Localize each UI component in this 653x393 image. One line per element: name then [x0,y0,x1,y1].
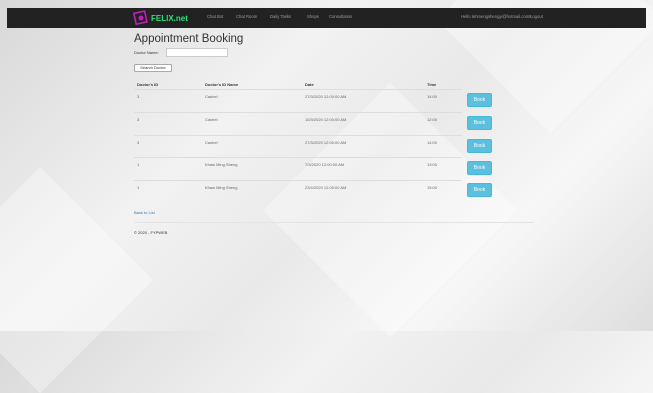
cell-time: 14:00 [427,94,438,99]
cell-doctor-name: Khaw Ming Sheng [205,162,238,167]
back-to-list-link[interactable]: Back to List [134,210,155,215]
search-doctor-button[interactable]: Search Doctor [134,64,172,72]
cell-time: 14:00 [427,140,438,145]
book-button[interactable]: Book [467,161,492,175]
page-title: Appointment Booking [134,33,244,45]
nav-link-chat-room[interactable]: Chat Room [236,14,257,19]
cell-doctor-id: 1 [137,162,140,167]
footer-divider [134,222,534,223]
column-header-date: Date [305,82,314,87]
book-button[interactable]: Book [467,93,492,107]
cell-doctor-name: Khaw Ming Sheng [205,185,238,190]
table-row: 3 Cashel 27/3/2020 12:00:00 AM 14:00 Boo… [7,90,648,112]
cell-doctor-name: Cashel [205,117,218,122]
nav-user-email[interactable]: Hello tehmengshengyi@hotmail.com!! [461,14,532,19]
footer-copyright: © 2020 - FYPWEB [134,230,168,235]
column-header-doctor-name: Doctor's ID Name [205,82,239,87]
cell-time: 13:00 [427,162,438,167]
nav-link-daily-tasks[interactable]: Daily Tasks [270,14,291,19]
cell-doctor-name: Cashel [205,140,218,145]
cell-doctor-id: 3 [137,140,140,145]
brand-logo-icon [132,10,149,26]
cell-doctor-id: 3 [137,117,140,122]
cell-time: 12:00 [427,117,438,122]
table-row: 3 Cashel 10/3/2020 12:00:00 AM 12:00 Boo… [7,113,648,135]
cell-date: 10/3/2020 12:00:00 AM [305,117,347,122]
table-row: 1 Khaw Ming Sheng 7/3/2020 12:00:00 AM 1… [7,158,648,180]
table-row: 3 Cashel 27/3/2020 12:00:00 AM 14:00 Boo… [7,136,648,158]
cell-date: 27/3/2020 12:00:00 AM [305,94,347,99]
cell-time: 15:00 [427,185,438,190]
cell-doctor-id: 3 [137,94,140,99]
table-row: 1 Khaw Ming Sheng 23/4/2020 12:00:00 AM … [7,181,648,203]
cell-doctor-id: 1 [137,185,140,190]
cell-date: 27/3/2020 12:00:00 AM [305,140,347,145]
cell-doctor-name: Cashel [205,94,218,99]
cell-date: 23/4/2020 12:00:00 AM [305,185,347,190]
column-header-doctor-id: Doctor's ID [137,82,159,87]
nav-link-chat-bot[interactable]: Chat Bot [207,14,223,19]
nav-link-shops[interactable]: Shops [307,14,319,19]
cell-date: 7/3/2020 12:00:00 AM [305,162,345,167]
brand-name: FELIX.net [151,13,188,23]
nav-logout[interactable]: Logout [530,14,543,19]
nav-link-consultation[interactable]: Consultation [329,14,352,19]
navbar: FELIX.net Chat Bot Chat Room Daily Tasks… [7,8,646,28]
book-button[interactable]: Book [467,116,492,130]
page: FELIX.net Chat Bot Chat Room Daily Tasks… [7,0,648,331]
brand[interactable]: FELIX.net [132,9,188,27]
book-button[interactable]: Book [467,139,492,153]
doctor-name-input[interactable] [166,48,228,57]
book-button[interactable]: Book [467,183,492,197]
column-header-time: Time [427,82,437,87]
doctor-name-label: Doctor Name: [134,50,159,55]
